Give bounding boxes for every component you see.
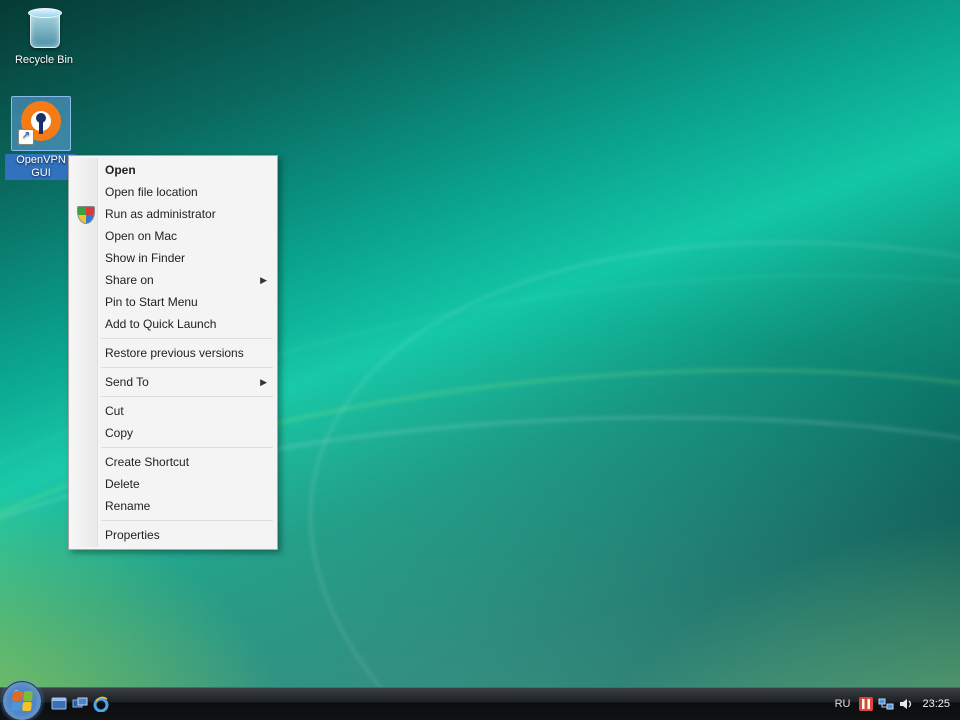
switch-windows-icon [72, 696, 88, 712]
menu-item-run-as-administrator[interactable]: Run as administrator [71, 203, 275, 225]
menu-separator [101, 447, 273, 448]
menu-item-label: Add to Quick Launch [105, 317, 216, 331]
menu-item-share-on[interactable]: Share on ▶ [71, 269, 275, 291]
menu-item-label: Share on [105, 273, 154, 287]
menu-item-label: Rename [105, 499, 150, 513]
menu-item-label: Pin to Start Menu [105, 295, 198, 309]
menu-item-label: Properties [105, 528, 160, 542]
menu-item-label: Cut [105, 404, 124, 418]
show-desktop-icon [51, 696, 67, 712]
taskbar-clock[interactable]: 23:25 [922, 698, 950, 710]
start-button[interactable] [2, 681, 42, 720]
quick-launch-switch-windows[interactable] [71, 695, 89, 713]
tray-parallels-icon[interactable] [858, 696, 874, 712]
menu-item-open[interactable]: Open [71, 159, 275, 181]
menu-item-create-shortcut[interactable]: Create Shortcut [71, 451, 275, 473]
menu-item-label: Delete [105, 477, 140, 491]
system-tray: RU 23:25 [835, 696, 960, 712]
menu-separator [101, 520, 273, 521]
menu-item-delete[interactable]: Delete [71, 473, 275, 495]
menu-item-label: Send To [105, 375, 149, 389]
quick-launch [50, 695, 110, 713]
menu-item-label: Copy [105, 426, 133, 440]
desktop-icon-label: Recycle Bin [8, 54, 80, 67]
menu-item-add-to-quick-launch[interactable]: Add to Quick Launch [71, 313, 275, 335]
quick-launch-show-desktop[interactable] [50, 695, 68, 713]
menu-separator [101, 338, 273, 339]
submenu-arrow-icon: ▶ [260, 275, 267, 286]
tray-volume-icon[interactable] [898, 696, 914, 712]
language-indicator[interactable]: RU [835, 698, 851, 710]
internet-explorer-icon [93, 696, 109, 712]
taskbar: RU 23:25 [0, 687, 960, 720]
context-menu: Open Open file location Run as administr… [68, 155, 278, 550]
menu-item-rename[interactable]: Rename [71, 495, 275, 517]
menu-item-label: Create Shortcut [105, 455, 189, 469]
menu-item-label: Open on Mac [105, 229, 177, 243]
menu-item-label: Open [105, 163, 136, 177]
menu-item-show-in-finder[interactable]: Show in Finder [71, 247, 275, 269]
tray-network-icon[interactable] [878, 696, 894, 712]
menu-item-label: Run as administrator [105, 207, 216, 221]
menu-item-properties[interactable]: Properties [71, 524, 275, 546]
menu-separator [101, 367, 273, 368]
shortcut-overlay-icon: ↗ [18, 129, 34, 145]
submenu-arrow-icon: ▶ [260, 377, 267, 388]
menu-item-restore-previous-versions[interactable]: Restore previous versions [71, 342, 275, 364]
desktop-icon-label: OpenVPN GUI [5, 154, 77, 180]
recycle-bin-icon [24, 6, 64, 50]
menu-item-pin-to-start-menu[interactable]: Pin to Start Menu [71, 291, 275, 313]
menu-item-open-on-mac[interactable]: Open on Mac [71, 225, 275, 247]
menu-item-open-file-location[interactable]: Open file location [71, 181, 275, 203]
menu-item-cut[interactable]: Cut [71, 400, 275, 422]
menu-item-send-to[interactable]: Send To ▶ [71, 371, 275, 393]
windows-logo-icon [11, 691, 33, 711]
desktop[interactable]: Recycle Bin ↗ OpenVPN GUI Open Open file… [0, 0, 960, 720]
shield-icon [77, 206, 95, 224]
menu-item-label: Restore previous versions [105, 346, 244, 360]
menu-separator [101, 396, 273, 397]
desktop-icon-openvpn-gui[interactable]: ↗ OpenVPN GUI [5, 96, 77, 180]
menu-item-copy[interactable]: Copy [71, 422, 275, 444]
desktop-icon-recycle-bin[interactable]: Recycle Bin [8, 6, 80, 67]
quick-launch-internet-explorer[interactable] [92, 695, 110, 713]
menu-item-label: Show in Finder [105, 251, 185, 265]
menu-item-label: Open file location [105, 185, 198, 199]
